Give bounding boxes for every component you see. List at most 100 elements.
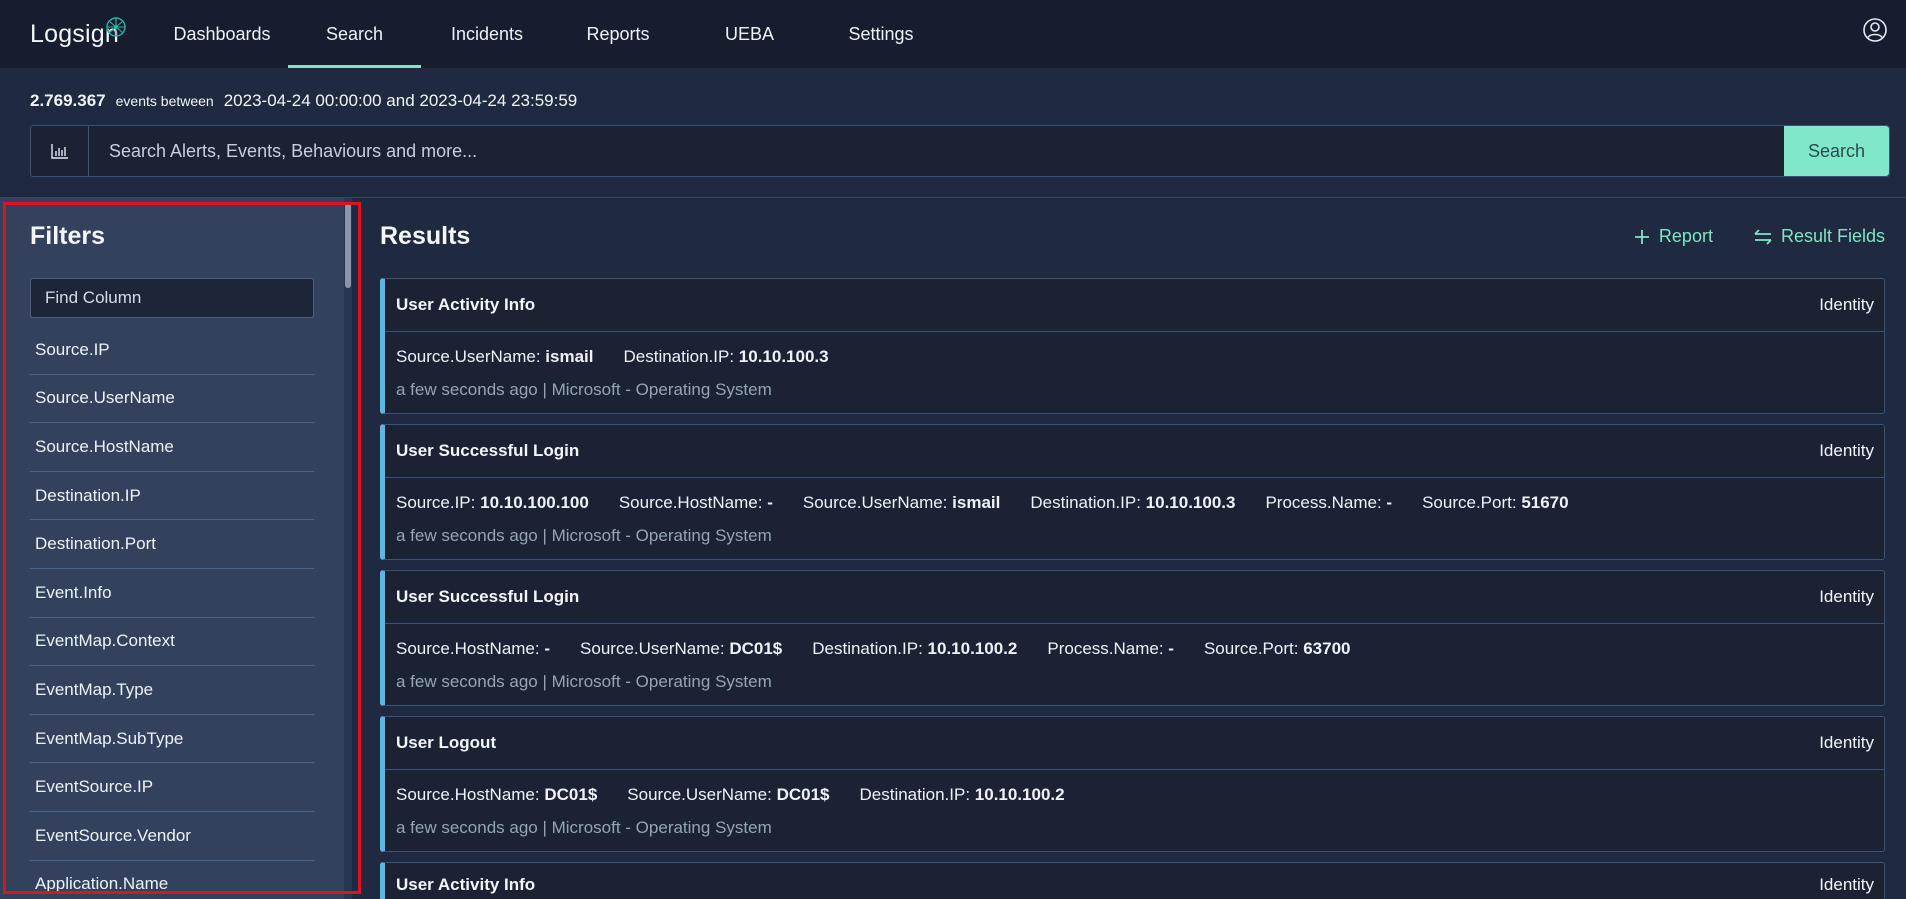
- results-title: Results: [380, 222, 471, 250]
- tab-ueba[interactable]: UEBA: [683, 0, 816, 68]
- card-category: Identity: [1819, 441, 1874, 460]
- card-meta: a few seconds ago | Microsoft - Operatin…: [396, 818, 772, 837]
- logo[interactable]: Logsign: [30, 17, 126, 50]
- field[interactable]: Source.UserName: ismail: [803, 493, 1001, 513]
- date-range[interactable]: 2023-04-24 00:00:00 and 2023-04-24 23:59…: [224, 91, 578, 111]
- field[interactable]: Source.UserName: ismail: [396, 347, 594, 367]
- card-header: User Successful Login Identity: [385, 571, 1884, 624]
- card-fields: Source.HostName: - Source.UserName: DC01…: [385, 624, 1884, 674]
- result-card[interactable]: User Successful Login Identity Source.IP…: [380, 424, 1885, 560]
- field-value: -: [544, 639, 551, 658]
- filter-item-source-username[interactable]: Source.UserName: [30, 375, 314, 424]
- field[interactable]: Destination.IP: 10.10.100.3: [1030, 493, 1235, 513]
- field[interactable]: Process.Name: -: [1265, 493, 1392, 513]
- field-key: Source.UserName:: [396, 347, 541, 366]
- card-header: User Successful Login Identity: [385, 425, 1884, 478]
- tab-reports[interactable]: Reports: [553, 0, 683, 68]
- field[interactable]: Source.HostName: -: [396, 639, 550, 659]
- field-value: -: [1168, 639, 1174, 658]
- field[interactable]: Source.Port: 63700: [1204, 639, 1351, 659]
- search-button[interactable]: Search: [1784, 126, 1889, 176]
- filter-item-eventmap-subtype[interactable]: EventMap.SubType: [30, 715, 314, 764]
- field-value: DC01$: [776, 785, 830, 804]
- results-actions: Report Result Fields: [1633, 226, 1885, 247]
- events-count: 2.769.367: [30, 91, 106, 110]
- card-fields: Source.IP: 10.10.100.100 Source.HostName…: [385, 478, 1884, 528]
- filters-scrollbar-track[interactable]: [344, 198, 352, 899]
- field-value: -: [767, 493, 773, 512]
- nav-tabs: Dashboards Search Incidents Reports UEBA…: [156, 0, 946, 68]
- tab-incidents[interactable]: Incidents: [421, 0, 553, 68]
- field[interactable]: Destination.IP: 10.10.100.2: [812, 639, 1017, 659]
- field-value: 10.10.100.3: [1145, 493, 1236, 512]
- card-category: Identity: [1819, 733, 1874, 752]
- card-header: User Activity Info Identity: [385, 863, 1884, 899]
- chart-toggle-button[interactable]: [31, 126, 89, 176]
- filters-scrollbar-thumb[interactable]: [345, 202, 351, 288]
- field-key: Source.UserName:: [802, 493, 948, 512]
- top-navbar: Logsign Dashboards Search Incidents Repo…: [0, 0, 1906, 68]
- result-card[interactable]: User Successful Login Identity Source.Ho…: [380, 570, 1885, 706]
- field-key: Destination.IP:: [812, 639, 923, 658]
- filter-item-eventsource-ip[interactable]: EventSource.IP: [30, 763, 314, 812]
- field[interactable]: Source.Port: 51670: [1422, 493, 1569, 513]
- result-card[interactable]: User Activity Info Identity: [380, 862, 1885, 899]
- filter-item-destination-ip[interactable]: Destination.IP: [30, 472, 314, 521]
- field-key: Process.Name:: [1265, 493, 1382, 512]
- filters-title: Filters: [30, 222, 106, 250]
- field-key: Source.IP:: [396, 493, 476, 512]
- field[interactable]: Source.UserName: DC01$: [580, 639, 782, 659]
- field[interactable]: Source.HostName: -: [619, 493, 773, 513]
- filter-item-eventmap-context[interactable]: EventMap.Context: [30, 618, 314, 667]
- field-key: Source.Port:: [1422, 493, 1517, 512]
- filter-item-event-info[interactable]: Event.Info: [30, 569, 314, 618]
- tab-search[interactable]: Search: [288, 0, 421, 68]
- card-category: Identity: [1819, 587, 1874, 606]
- result-fields-label: Result Fields: [1780, 226, 1885, 246]
- result-fields-button[interactable]: Result Fields: [1753, 226, 1885, 247]
- search-input[interactable]: [89, 126, 1784, 176]
- find-column-input[interactable]: [30, 278, 314, 318]
- field-key: Source.HostName:: [396, 639, 540, 658]
- field-key: Process.Name:: [1047, 639, 1164, 658]
- filter-item-source-hostname[interactable]: Source.HostName: [30, 423, 314, 472]
- bar-chart-icon: [50, 144, 68, 159]
- field-key: Source.UserName:: [627, 785, 772, 804]
- filter-list: Source.IP Source.UserName Source.HostNam…: [30, 326, 314, 899]
- field[interactable]: Source.HostName: DC01$: [396, 785, 597, 805]
- card-title: User Activity Info: [396, 875, 536, 894]
- tab-settings[interactable]: Settings: [816, 0, 946, 68]
- field-value: ismail: [952, 493, 1001, 512]
- field-value: ismail: [545, 347, 594, 366]
- user-circle-icon[interactable]: [1862, 17, 1888, 43]
- report-button[interactable]: Report: [1633, 226, 1713, 247]
- search-bar: Search: [30, 125, 1890, 177]
- network-globe-icon: [106, 17, 126, 37]
- card-category: Identity: [1819, 875, 1874, 894]
- card-meta: a few seconds ago | Microsoft - Operatin…: [396, 526, 772, 545]
- events-between-label: events between: [115, 93, 214, 109]
- field-value: 10.10.100.2: [927, 639, 1018, 658]
- filter-item-eventsource-vendor[interactable]: EventSource.Vendor: [30, 812, 314, 861]
- filter-item-destination-port[interactable]: Destination.Port: [30, 520, 314, 569]
- field-value: DC01$: [544, 785, 598, 804]
- field[interactable]: Source.UserName: DC01$: [627, 785, 829, 805]
- filter-item-eventmap-type[interactable]: EventMap.Type: [30, 666, 314, 715]
- field-key: Source.HostName:: [396, 785, 540, 804]
- field[interactable]: Destination.IP: 10.10.100.3: [624, 347, 829, 367]
- card-title: User Logout: [396, 733, 497, 752]
- field[interactable]: Source.IP: 10.10.100.100: [396, 493, 589, 513]
- field-value: 10.10.100.3: [738, 347, 829, 366]
- result-card[interactable]: User Logout Identity Source.HostName: DC…: [380, 716, 1885, 852]
- card-meta: a few seconds ago | Microsoft - Operatin…: [396, 672, 772, 691]
- field-key: Destination.IP:: [623, 347, 735, 366]
- card-title: User Successful Login: [396, 441, 580, 460]
- result-card[interactable]: User Activity Info Identity Source.UserN…: [380, 278, 1885, 414]
- tab-dashboards[interactable]: Dashboards: [156, 0, 288, 68]
- filter-item-source-ip[interactable]: Source.IP: [30, 326, 314, 375]
- field-key: Destination.IP:: [1030, 493, 1141, 512]
- field[interactable]: Process.Name: -: [1047, 639, 1174, 659]
- field-key: Destination.IP:: [859, 785, 971, 804]
- field[interactable]: Destination.IP: 10.10.100.2: [860, 785, 1065, 805]
- filter-item-application-name[interactable]: Application.Name: [30, 861, 314, 899]
